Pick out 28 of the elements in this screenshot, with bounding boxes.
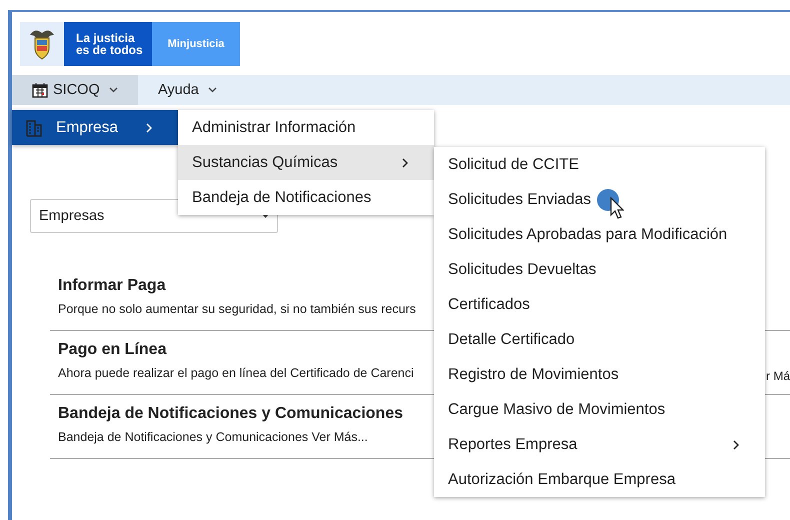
menu-item[interactable]: Solicitud de CCITE [434, 147, 765, 182]
card-title[interactable]: Bandeja de Notificaciones y Comunicaciones [58, 405, 403, 423]
menu-item[interactable]: Reportes Empresa [434, 427, 765, 462]
menu-item[interactable]: Solicitudes Aprobadas para Modificación [434, 217, 765, 252]
menu-item[interactable]: Solicitudes Devueltas [434, 252, 765, 287]
menu-item[interactable]: Solicitudes Enviadas [434, 182, 765, 217]
nav-menu-item[interactable]: SICOQ [12, 75, 138, 105]
card-title[interactable]: Pago en Línea [58, 341, 166, 359]
card-description: Bandeja de Notificaciones y Comunicaciones Ver Más... [58, 430, 368, 444]
nav-menu-item[interactable]: Ayuda [138, 75, 231, 105]
card-link-text[interactable]: r Má [766, 369, 790, 383]
brand-label: Minjusticia [152, 22, 240, 66]
logo-slogan: La justicia es de todos [64, 22, 152, 66]
menu-item[interactable]: Cargue Masivo de Movimientos [434, 392, 765, 427]
card-description: Ahora puede realizar el pago en línea del Certificado de Carenci [58, 366, 414, 380]
card-description: Porque no solo aumentar su seguridad, si no también sus recurs [58, 302, 416, 316]
calendar-icon [32, 82, 48, 98]
chevron-down-icon [108, 87, 118, 93]
menu-item[interactable]: Administrar Información [178, 110, 434, 145]
menu-item[interactable]: Autorización Embarque Empresa [434, 462, 765, 497]
menu-item[interactable]: Detalle Certificado [434, 322, 765, 357]
card-title[interactable]: Informar Paga [58, 277, 166, 295]
menu-item[interactable]: Registro de Movimientos [434, 357, 765, 392]
chevron-down-icon [208, 87, 217, 93]
menu-item[interactable]: Empresa [12, 110, 178, 145]
menu-item[interactable]: Sustancias Químicas [178, 145, 434, 180]
building-icon [26, 118, 42, 136]
menu-item[interactable]: Certificados [434, 287, 765, 322]
